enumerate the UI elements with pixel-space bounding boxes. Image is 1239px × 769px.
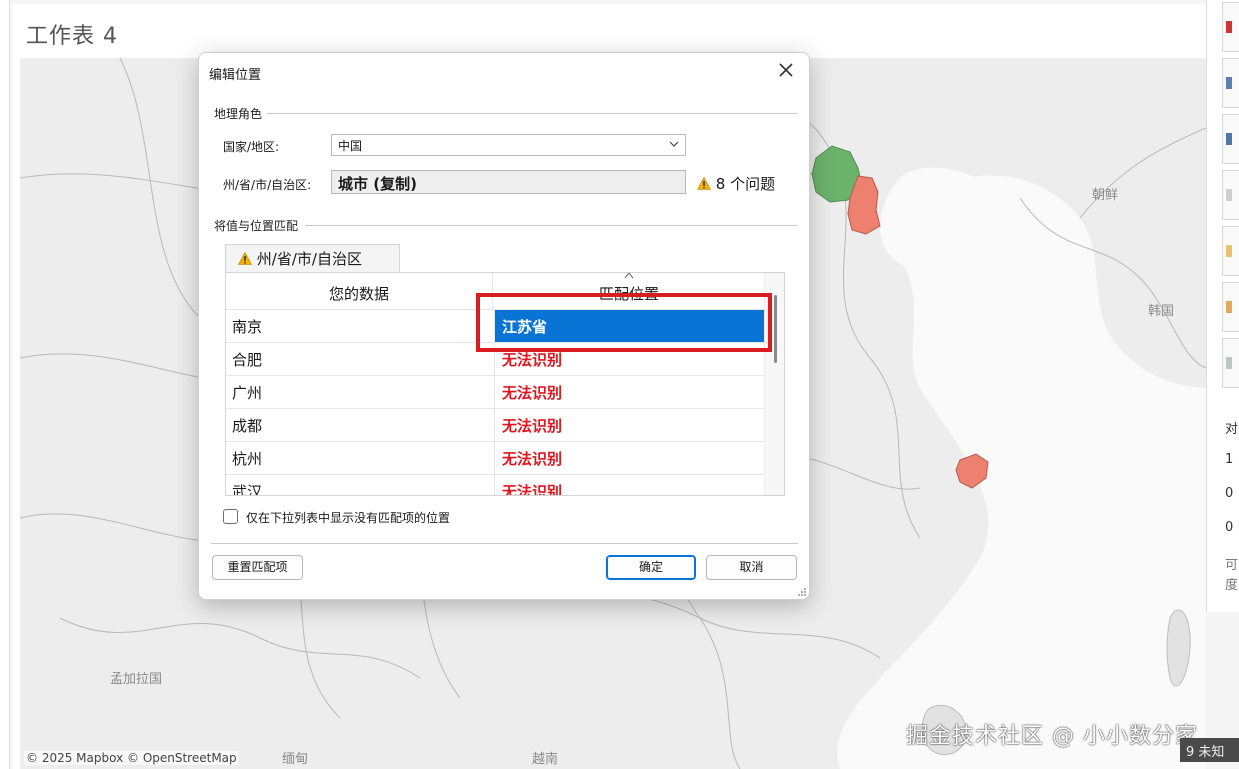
show-me-option-6[interactable] <box>1222 282 1239 332</box>
unmatched-only-label[interactable]: 仅在下拉列表中显示没有匹配项的位置 <box>246 509 450 526</box>
country-select[interactable]: 中国 <box>331 134 686 156</box>
warning-icon <box>697 177 711 190</box>
map-label-north-korea: 朝鲜 <box>1092 188 1119 203</box>
show-me-option-5[interactable] <box>1222 226 1239 276</box>
matching-location-cell[interactable]: 无法识别 <box>494 442 764 475</box>
sort-up-icon <box>624 273 634 279</box>
warning-icon <box>238 252 252 265</box>
tab-state[interactable]: 州/省/市/自治区 <box>225 244 400 272</box>
matching-location-cell[interactable]: 无法识别 <box>494 475 764 495</box>
resize-grip-icon[interactable] <box>797 587 807 597</box>
column-header-your-data[interactable]: 您的数据 <box>226 273 493 309</box>
your-data-cell: 广州 <box>232 384 263 402</box>
table-row[interactable]: 广州 无法识别 <box>226 375 764 409</box>
unknown-indicator[interactable]: 9 未知 <box>1180 738 1239 762</box>
right-panel-text-3: 0 <box>1225 486 1234 501</box>
map-credit[interactable]: © 2025 Mapbox © OpenStreetMap <box>24 751 239 765</box>
close-icon[interactable] <box>775 59 797 81</box>
table-row[interactable]: 武汉 无法识别 <box>226 474 764 496</box>
your-data-cell: 成都 <box>232 417 263 435</box>
map-label-vietnam: 越南 <box>532 752 559 767</box>
country-label: 国家/地区: <box>223 140 280 154</box>
reset-matches-button[interactable]: 重置匹配项 <box>212 555 303 580</box>
sea-area <box>837 175 1206 769</box>
map-label-south-korea: 韩国 <box>1148 304 1175 319</box>
right-panel: 对 1 0 0 可 度 <box>1206 0 1239 612</box>
state-field: 城市 (复制) <box>331 170 686 194</box>
right-panel-text-6: 度 <box>1225 578 1239 593</box>
right-panel-text-2: 1 <box>1225 452 1234 467</box>
show-me-option-1[interactable] <box>1222 2 1239 52</box>
footer-divider <box>211 543 798 544</box>
watermark: 掘金技术社区 @ 小小数分家 <box>906 724 1198 749</box>
your-data-cell: 南京 <box>232 318 263 336</box>
tab-label: 州/省/市/自治区 <box>256 250 362 268</box>
chevron-down-icon <box>669 141 679 147</box>
worksheet-title: 工作表 4 <box>26 24 118 49</box>
matching-location-cell[interactable]: 无法识别 <box>494 409 764 442</box>
right-panel-text-4: 0 <box>1225 520 1234 535</box>
tableau-app: 工作表 4 朝鲜 韩国 孟加拉国 缅甸 越南 © 2025 Mapbox © O… <box>0 0 1239 769</box>
country-select-value: 中国 <box>338 139 363 153</box>
match-group-label: 将值与位置匹配 <box>214 219 299 233</box>
geo-role-group-label: 地理角色 <box>214 107 263 121</box>
issues-indicator[interactable]: 8 个问题 <box>697 173 775 194</box>
your-data-cell: 杭州 <box>232 450 263 468</box>
cancel-button[interactable]: 取消 <box>706 555 797 580</box>
your-data-cell: 武汉 <box>232 483 263 496</box>
matching-location-cell[interactable]: 无法识别 <box>494 376 764 409</box>
unmatched-only-checkbox[interactable] <box>223 509 238 524</box>
dialog-title: 编辑位置 <box>209 68 262 83</box>
table-row[interactable]: 杭州 无法识别 <box>226 441 764 475</box>
group-divider <box>305 225 798 226</box>
right-panel-text-1: 对 <box>1225 422 1239 437</box>
show-me-option-4[interactable] <box>1222 170 1239 220</box>
show-me-option-3[interactable] <box>1222 114 1239 164</box>
right-panel-text-5: 可 <box>1225 558 1239 573</box>
your-data-cell: 合肥 <box>232 351 263 369</box>
table-row[interactable]: 成都 无法识别 <box>226 408 764 442</box>
issues-count: 8 个问题 <box>715 175 776 193</box>
state-label: 州/省/市/自治区: <box>223 178 312 192</box>
group-divider <box>267 113 798 114</box>
show-me-option-7[interactable] <box>1222 338 1239 388</box>
ok-button[interactable]: 确定 <box>606 555 696 580</box>
map-label-bangladesh: 孟加拉国 <box>110 672 163 687</box>
scrollbar-thumb[interactable] <box>774 295 777 363</box>
left-pane-strip <box>0 0 10 769</box>
show-me-option-2[interactable] <box>1222 58 1239 108</box>
annotation-highlight-box <box>476 293 772 352</box>
map-label-myanmar: 缅甸 <box>282 752 309 767</box>
